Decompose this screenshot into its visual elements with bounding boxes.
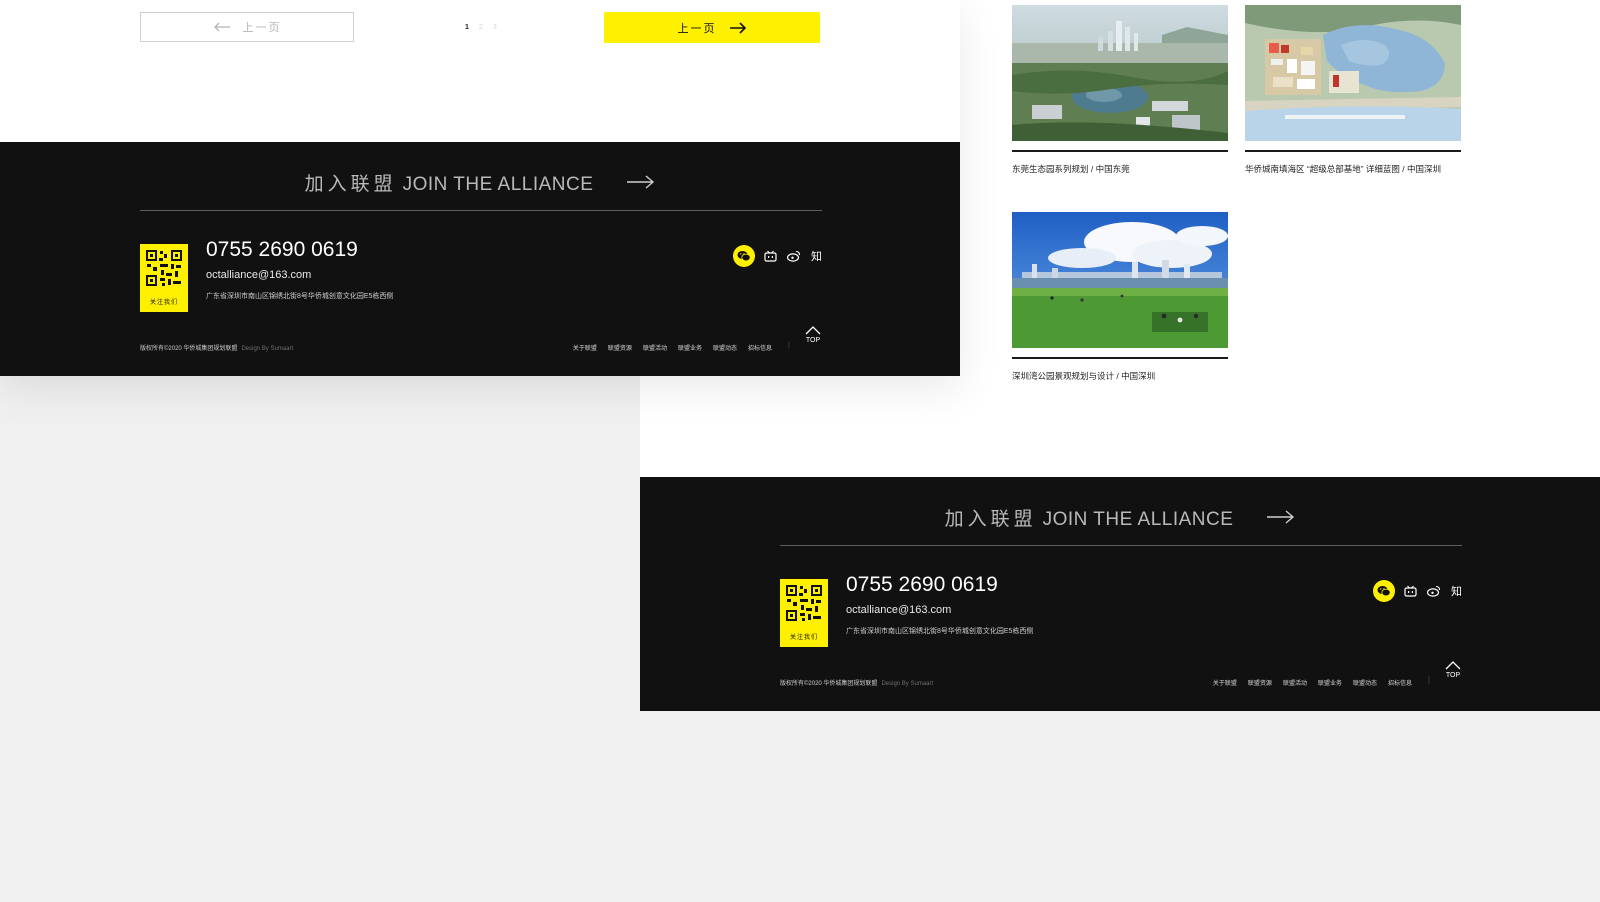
postal-address: 广东省深圳市南山区锦绣北街8号华侨城创意文化园E5栋西侧 — [846, 628, 1034, 635]
card-divider — [1012, 357, 1228, 359]
qr-code[interactable]: 关注我们 — [140, 244, 188, 312]
nav-item-news[interactable]: 联盟动态 — [1353, 678, 1377, 687]
nav-item-tenders[interactable]: 招标信息 — [748, 343, 772, 352]
copyright-text: 版权所有©2020 华侨城集团规划联盟 — [140, 346, 238, 352]
back-to-top-button[interactable]: TOP — [803, 326, 823, 344]
qr-code-icon — [785, 584, 823, 622]
social-links: 知 — [733, 245, 824, 267]
nav-item-business[interactable]: 联盟业务 — [1318, 678, 1342, 687]
weibo-icon[interactable] — [786, 249, 801, 264]
join-alliance-link[interactable]: 加入联盟 JOIN THE ALLIANCE — [0, 168, 960, 196]
project-caption: 深圳湾公园景观规划与设计 / 中国深圳 — [1012, 371, 1156, 381]
site-footer: 加入联盟 JOIN THE ALLIANCE 关注我们 0755 2690 061… — [0, 142, 960, 376]
next-page-button[interactable]: 上一页 — [604, 12, 820, 43]
arrow-right-icon — [729, 21, 746, 34]
join-alliance-link[interactable]: 加入联盟 JOIN THE ALLIANCE — [640, 503, 1600, 531]
email-address[interactable]: octalliance@163.com — [206, 269, 311, 281]
nav-item-activities[interactable]: 联盟活动 — [643, 343, 667, 352]
qr-label: 关注我们 — [789, 635, 818, 641]
arrow-left-icon — [213, 22, 230, 32]
project-image-park-skyline — [1012, 212, 1228, 348]
nav-separator: | — [788, 342, 790, 349]
social-links: 知 — [1373, 580, 1464, 602]
join-cn-text: 加入联盟 — [304, 173, 397, 195]
copyright: 版权所有©2020 华侨城集团规划联盟 Design By Sumaart — [780, 678, 933, 687]
card-divider — [1245, 150, 1461, 152]
next-page-label: 上一页 — [677, 22, 717, 35]
copyright: 版权所有©2020 华侨城集团规划联盟 Design By Sumaart — [140, 343, 293, 352]
zhihu-icon[interactable]: 知 — [1449, 584, 1464, 599]
phone-number: 0755 2690 0619 — [846, 573, 998, 596]
card-divider — [1012, 150, 1228, 152]
nav-item-news[interactable]: 联盟动态 — [713, 343, 737, 352]
phone-number: 0755 2690 0619 — [206, 238, 358, 261]
email-address[interactable]: octalliance@163.com — [846, 604, 951, 616]
nav-item-resources[interactable]: 联盟资源 — [1248, 678, 1272, 687]
nav-item-activities[interactable]: 联盟活动 — [1283, 678, 1307, 687]
arrow-right-icon — [1267, 510, 1295, 524]
nav-separator: | — [1428, 677, 1430, 684]
wechat-icon[interactable] — [733, 245, 755, 267]
project-caption: 东莞生态园系列规划 / 中国东莞 — [1012, 164, 1130, 174]
copyright-text: 版权所有©2020 华侨城集团规划联盟 — [780, 681, 878, 687]
top-label: TOP — [1445, 672, 1461, 679]
weibo-icon[interactable] — [1426, 584, 1441, 599]
project-image-master-plan — [1245, 5, 1461, 141]
bilibili-icon[interactable] — [1403, 584, 1418, 599]
nav-item-tenders[interactable]: 招标信息 — [1388, 678, 1412, 687]
page-numbers: 1 2 3 — [465, 24, 497, 31]
nav-item-about[interactable]: 关于联盟 — [1213, 678, 1237, 687]
footer-divider — [140, 210, 822, 211]
join-en-text: JOIN THE ALLIANCE — [402, 173, 594, 195]
prev-page-button[interactable]: 上一页 — [140, 12, 354, 42]
wechat-icon[interactable] — [1373, 580, 1395, 602]
join-cn-text: 加入联盟 — [944, 508, 1037, 530]
site-footer: 加入联盟 JOIN THE ALLIANCE 关注我们 0755 2690 061… — [640, 477, 1600, 711]
page-number[interactable]: 2 — [479, 24, 483, 31]
zhihu-icon[interactable]: 知 — [809, 249, 824, 264]
back-to-top-button[interactable]: TOP — [1443, 661, 1463, 679]
nav-item-resources[interactable]: 联盟资源 — [608, 343, 632, 352]
footer-nav: 关于联盟 联盟资源 联盟活动 联盟业务 联盟动态 招标信息 — [1213, 678, 1412, 687]
project-caption: 华侨城南填海区 “超级总部基地” 详细蓝图 / 中国深圳 — [1245, 164, 1441, 174]
design-credit[interactable]: Design By Sumaart — [881, 681, 933, 687]
nav-item-business[interactable]: 联盟业务 — [678, 343, 702, 352]
project-card[interactable]: 华侨城南填海区 “超级总部基地” 详细蓝图 / 中国深圳 — [1245, 5, 1461, 177]
project-card[interactable]: 深圳湾公园景观规划与设计 / 中国深圳 — [1012, 212, 1228, 384]
footer-nav: 关于联盟 联盟资源 联盟活动 联盟业务 联盟动态 招标信息 — [573, 343, 772, 352]
chevron-up-icon — [1445, 661, 1461, 670]
prev-page-label: 上一页 — [242, 22, 282, 34]
page-panel-left: 上一页 1 2 3 上一页 加入联盟 JOIN THE ALLIANCE 关注我… — [0, 0, 960, 376]
postal-address: 广东省深圳市南山区锦绣北街8号华侨城创意文化园E5栋西侧 — [206, 293, 394, 300]
qr-code-icon — [145, 249, 183, 287]
project-image-aerial-city — [1012, 5, 1228, 141]
qr-code[interactable]: 关注我们 — [780, 579, 828, 647]
footer-divider — [780, 545, 1462, 546]
qr-label: 关注我们 — [149, 300, 178, 306]
top-label: TOP — [805, 337, 821, 344]
bilibili-icon[interactable] — [763, 249, 778, 264]
project-card[interactable]: 东莞生态园系列规划 / 中国东莞 — [1012, 5, 1228, 177]
page-number[interactable]: 1 — [465, 24, 469, 31]
nav-item-about[interactable]: 关于联盟 — [573, 343, 597, 352]
chevron-up-icon — [805, 326, 821, 335]
page-number[interactable]: 3 — [493, 24, 497, 31]
join-en-text: JOIN THE ALLIANCE — [1042, 508, 1234, 530]
arrow-right-icon — [627, 175, 655, 189]
design-credit[interactable]: Design By Sumaart — [241, 346, 293, 352]
